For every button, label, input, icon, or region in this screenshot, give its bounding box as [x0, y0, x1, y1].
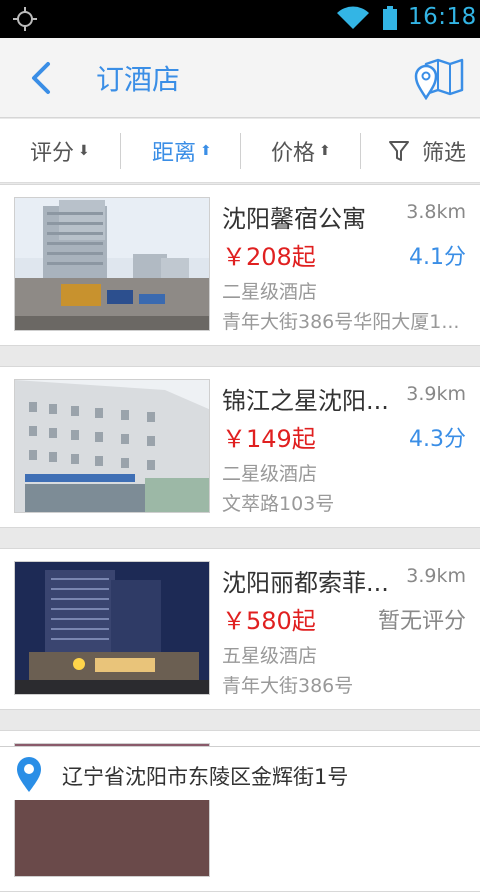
- hotel-address: 青年大街386号: [222, 675, 354, 697]
- status-bar: 16:18: [0, 0, 480, 38]
- filter-button[interactable]: 筛选: [388, 119, 466, 183]
- arrow-down-icon: ⬇: [78, 143, 90, 159]
- battery-icon: [383, 6, 397, 30]
- hotel-photo: [14, 197, 210, 331]
- hotel-star-level: 五星级酒店: [222, 645, 318, 667]
- wifi-icon: [337, 6, 369, 29]
- sort-bar: 评分 ⬇ 距离 ⬆ 价格 ⬆ 筛选: [0, 119, 480, 183]
- hotel-price: ￥208起: [222, 243, 316, 271]
- hotel-card[interactable]: 锦江之星沈阳... 3.9km ￥149起 4.3分 二星级酒店 文萃路103号: [0, 366, 480, 528]
- filter-icon: [389, 141, 409, 161]
- hotel-name: 沈阳丽都索菲...: [222, 569, 389, 597]
- arrow-up-icon: ⬆: [319, 143, 331, 159]
- divider: [360, 133, 361, 169]
- sort-label-rating: 评分: [30, 141, 75, 166]
- hotel-card[interactable]: 沈阳馨宿公寓 3.8km ￥208起 4.1分 二星级酒店 青年大街386号华阳…: [0, 184, 480, 346]
- sort-label-distance: 距离: [152, 141, 197, 166]
- back-button[interactable]: [24, 58, 58, 98]
- current-location-bar[interactable]: 辽宁省沈阳市东陵区金辉街1号: [0, 746, 480, 800]
- hotel-address: 文萃路103号: [222, 493, 335, 515]
- sort-label-price: 价格: [271, 141, 316, 166]
- hotel-star-level: 二星级酒店: [222, 281, 318, 303]
- divider: [240, 133, 241, 169]
- sort-by-distance[interactable]: 距离 ⬆: [152, 119, 212, 183]
- hotel-card[interactable]: 沈阳丽都索菲... 3.9km ￥580起 暂无评分 五星级酒店 青年大街386…: [0, 548, 480, 710]
- hotel-distance: 3.9km: [406, 565, 466, 587]
- sort-label-filter: 筛选: [422, 141, 467, 166]
- hotel-price: ￥580起: [222, 607, 316, 635]
- hotel-score: 4.1分: [409, 245, 466, 270]
- location-pin-icon: [17, 757, 41, 792]
- sort-by-price[interactable]: 价格 ⬆: [271, 119, 331, 183]
- hotel-name: 锦江之星沈阳...: [222, 387, 389, 415]
- map-icon[interactable]: [414, 56, 464, 100]
- hotel-price: ￥149起: [222, 425, 316, 453]
- divider: [120, 133, 121, 169]
- arrow-up-icon: ⬆: [200, 143, 212, 159]
- hotel-address: 青年大街386号华阳大厦1...: [222, 311, 460, 333]
- sort-by-rating[interactable]: 评分 ⬇: [30, 119, 90, 183]
- app-header: 订酒店: [0, 38, 480, 118]
- hotel-score: 4.3分: [409, 427, 466, 452]
- gps-icon: [13, 7, 37, 31]
- page-title: 订酒店: [96, 63, 181, 96]
- hotel-name: 沈阳馨宿公寓: [222, 205, 366, 233]
- current-location-text: 辽宁省沈阳市东陵区金辉街1号: [62, 765, 349, 789]
- hotel-star-level: 二星级酒店: [222, 463, 318, 485]
- hotel-distance: 3.9km: [406, 383, 466, 405]
- status-time: 16:18: [408, 4, 477, 30]
- hotel-photo: [14, 561, 210, 695]
- hotel-photo: [14, 379, 210, 513]
- hotel-distance: 3.8km: [406, 201, 466, 223]
- hotel-score: 暂无评分: [377, 609, 466, 634]
